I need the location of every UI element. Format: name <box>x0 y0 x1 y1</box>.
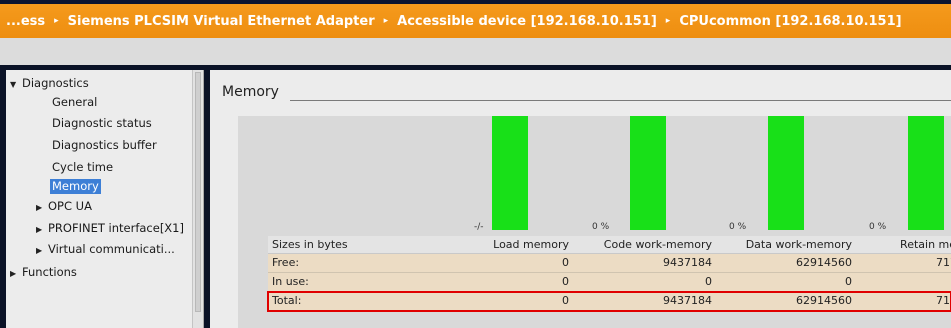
section-title: Memory <box>222 84 279 100</box>
nav-item-diagnostic-status[interactable]: Diagnostic status <box>52 114 152 132</box>
table-cell: 9437184 <box>663 294 712 307</box>
nav-item-cycle-time[interactable]: Cycle time <box>52 158 113 176</box>
code-memory-bar-fill <box>630 116 666 230</box>
data-memory-bar <box>768 116 804 230</box>
collapsed-triangle-icon[interactable]: ▶ <box>36 242 48 260</box>
table-cell: 0 <box>562 275 569 288</box>
load-memory-bar <box>492 116 528 230</box>
nav-item-label: Diagnostics buffer <box>52 138 157 152</box>
breadcrumb-item-1[interactable]: Siemens PLCSIM Virtual Ethernet Adapter <box>68 14 375 29</box>
breadcrumb-item-2[interactable]: Accessible device [192.168.10.151] <box>397 14 657 29</box>
nav-item-label: Functions <box>22 265 77 279</box>
row-label: Total: <box>272 294 302 307</box>
row-label: In use: <box>272 275 309 288</box>
nav-item-diagnostics[interactable]: ▼ Diagnostics <box>10 74 89 92</box>
table-cell: 0 <box>562 294 569 307</box>
diagnostics-nav-tree: ▼ Diagnostics General Diagnostic status D… <box>6 70 204 328</box>
nav-scrollbar[interactable] <box>192 70 203 328</box>
table-cell: 0 <box>705 275 712 288</box>
section-divider <box>290 100 951 101</box>
nav-item-opc-ua[interactable]: ▶ OPC UA <box>36 197 92 215</box>
nav-scrollbar-thumb[interactable] <box>195 72 201 312</box>
nav-item-virtual-communication[interactable]: ▶ Virtual communicati... <box>36 240 175 258</box>
table-cell: 9437184 <box>663 256 712 269</box>
breadcrumb-separator-icon: ▸ <box>54 16 59 26</box>
nav-item-general[interactable]: General <box>52 93 97 111</box>
retain-memory-bar-fill <box>908 116 944 230</box>
retain-memory-bar <box>908 116 944 230</box>
column-header: Data work-memory <box>745 238 852 251</box>
memory-panel: -/- 0 % 0 % 0 % Sizes in bytes Load memo… <box>238 116 951 328</box>
column-header: Code work-memory <box>603 238 712 251</box>
nav-item-label: PROFINET interface[X1] <box>48 221 184 235</box>
table-cell: 0 <box>562 256 569 269</box>
row-label: Free: <box>272 256 300 269</box>
collapsed-triangle-icon[interactable]: ▶ <box>10 265 22 283</box>
toolbar-strip <box>0 38 951 65</box>
table-row: In use: 0 0 0 0 <box>268 273 951 292</box>
memory-table: Sizes in bytes Load memory Code work-mem… <box>267 236 951 312</box>
memory-usage-bars: -/- 0 % 0 % 0 % <box>238 116 951 236</box>
nav-item-memory[interactable]: Memory <box>50 177 101 195</box>
nav-item-label: Memory <box>50 179 101 194</box>
load-memory-bar-fill <box>492 116 528 230</box>
table-row: Free: 0 9437184 62914560 717472 <box>268 254 951 273</box>
nav-item-label: Diagnostics <box>22 76 89 90</box>
table-cell: 0 <box>845 275 852 288</box>
load-memory-usage-label: -/- <box>474 222 484 232</box>
code-memory-usage-label: 0 % <box>592 222 610 232</box>
table-cell: 717472 <box>936 256 951 269</box>
nav-item-profinet-interface[interactable]: ▶ PROFINET interface[X1] <box>36 219 184 237</box>
breadcrumb-item-0[interactable]: ...ess <box>6 14 45 29</box>
expanded-triangle-icon[interactable]: ▼ <box>10 76 22 94</box>
column-header: Retain memor <box>900 238 951 251</box>
table-header-row: Sizes in bytes Load memory Code work-mem… <box>268 236 951 254</box>
retain-memory-usage-label: 0 % <box>869 222 887 232</box>
breadcrumb-item-3[interactable]: CPUcommon [192.168.10.151] <box>679 14 901 29</box>
table-cell: 62914560 <box>796 294 852 307</box>
nav-item-diagnostics-buffer[interactable]: Diagnostics buffer <box>52 136 157 154</box>
memory-view: Memory -/- 0 % 0 % 0 % Sizes in bytes Lo… <box>210 70 951 328</box>
nav-item-label: Diagnostic status <box>52 116 152 130</box>
table-cell: 717472 <box>936 294 951 307</box>
breadcrumb-separator-icon: ▸ <box>665 16 671 26</box>
nav-item-functions[interactable]: ▶ Functions <box>10 263 77 281</box>
nav-item-label: General <box>52 95 98 109</box>
code-memory-bar <box>630 116 666 230</box>
nav-item-label: Cycle time <box>52 160 114 174</box>
table-cell: 0 <box>858 273 951 291</box>
table-row-total-highlighted: Total: 0 9437184 62914560 717472 <box>267 291 951 312</box>
column-header: Load memory <box>493 238 569 251</box>
column-header: Sizes in bytes <box>272 238 348 251</box>
breadcrumb: ...ess ▸ Siemens PLCSIM Virtual Ethernet… <box>0 4 951 38</box>
nav-item-label: OPC UA <box>48 199 92 213</box>
breadcrumb-separator-icon: ▸ <box>383 16 389 26</box>
nav-item-label: Virtual communicati... <box>48 242 175 256</box>
collapsed-triangle-icon[interactable]: ▶ <box>36 199 48 217</box>
data-memory-usage-label: 0 % <box>729 222 747 232</box>
collapsed-triangle-icon[interactable]: ▶ <box>36 221 48 239</box>
data-memory-bar-fill <box>768 116 804 230</box>
table-cell: 62914560 <box>796 256 852 269</box>
